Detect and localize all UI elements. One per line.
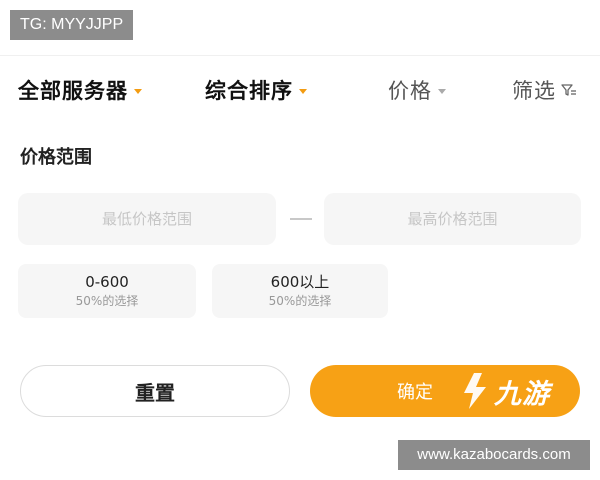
max-price-input[interactable] [324,193,581,245]
price-range-title: 价格范围 [20,147,92,168]
range-separator [290,218,312,220]
price-option-600-plus[interactable]: 600以上 50%的选择 [212,264,388,318]
tab-price-label: 价格 [388,79,432,103]
tab-filter-label: 筛选 [512,79,556,103]
tab-filter[interactable]: 筛选 [512,70,577,110]
min-price-input[interactable] [18,193,276,245]
watermark-bottom-right: www.kazabocards.com [398,440,590,470]
tab-all-servers-label: 全部服务器 [18,79,128,103]
jiuyou-logo: 九游 [460,366,585,416]
sort-filter-tabbar: 全部服务器 综合排序 价格 筛选 [0,70,600,110]
caret-down-icon [134,88,142,94]
price-option-0-600[interactable]: 0-600 50%的选择 [18,264,196,318]
price-option-range: 600以上 [270,273,330,291]
header-divider [0,55,600,56]
reset-button[interactable]: 重置 [20,365,290,417]
filter-icon [561,82,577,98]
watermark-top-left: TG: MYYJJPP [10,10,134,40]
price-option-share: 50%的选择 [268,294,332,308]
tab-price[interactable]: 价格 [388,70,446,110]
brand-logo-text: 九游 [494,378,550,410]
confirm-button-label: 确定 [397,382,433,403]
tab-sort-comprehensive[interactable]: 综合排序 [205,70,307,110]
price-option-share: 50%的选择 [75,294,139,308]
caret-down-icon [299,88,307,94]
lightning-bolt-icon [464,373,486,409]
caret-down-icon [438,88,446,94]
tab-all-servers[interactable]: 全部服务器 [18,70,142,110]
reset-button-label: 重置 [135,380,175,405]
filter-panel: TG: MYYJJPP 全部服务器 综合排序 价格 筛选 价格范围 最低价格范围… [0,0,600,430]
tab-sort-label: 综合排序 [205,79,293,103]
price-option-range: 0-600 [85,273,129,291]
